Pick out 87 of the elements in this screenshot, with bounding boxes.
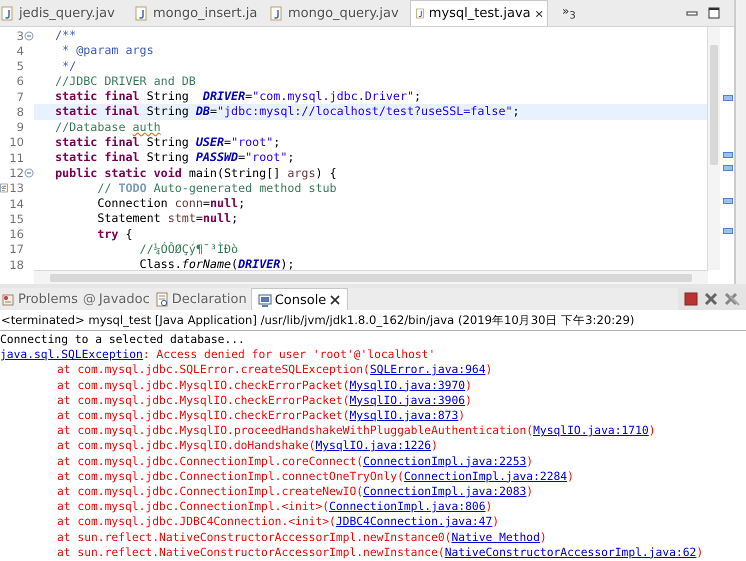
- at-icon: @: [82, 292, 96, 306]
- source-link[interactable]: MysqlIO.java:1710: [533, 424, 649, 438]
- fold-icon[interactable]: [24, 30, 34, 41]
- view-tab[interactable]: @ Javadoc: [82, 288, 154, 310]
- code-line: /**: [54, 28, 76, 44]
- close-icon: [329, 294, 342, 306]
- line-number: 11: [8, 150, 24, 165]
- line-number: 7: [16, 90, 24, 104]
- source-link[interactable]: ConnectionImpl.java:806: [329, 500, 486, 514]
- code-line: */: [61, 58, 76, 74]
- console-line: at com.mysql.jdbc.MysqlIO.checkErrorPacket(MysqlIO.java:3906): [57, 392, 472, 408]
- file-icon: [269, 6, 283, 20]
- view-tab[interactable]: Problems: [0, 288, 82, 310]
- console-line: at com.mysql.jdbc.ConnectionImpl.createNewIO(ConnectionImpl.java:2083): [57, 484, 534, 500]
- console-line: at com.mysql.jdbc.ConnectionImpl.coreConnect(ConnectionImpl.java:2253): [57, 454, 534, 469]
- monitor-icon: [258, 292, 272, 308]
- source-link[interactable]: ConnectionImpl.java:2253: [363, 454, 526, 468]
- editor-tab[interactable]: mongo_query.jav: [265, 0, 410, 26]
- document-icon: [154, 292, 169, 306]
- code-line: static final String DB="jdbc:mysql://localhost/test?useSSL=false";: [54, 104, 520, 120]
- editor-tab[interactable]: mysql_test.java: [410, 0, 548, 26]
- console-line: at com.mysql.jdbc.JDBC4Connection.<init>(JDBC4Connection.java:47): [57, 514, 500, 530]
- line-number: 6: [16, 74, 24, 88]
- vertical-scrollbar[interactable]: [707, 27, 720, 270]
- file-icon: [0, 6, 14, 20]
- code-line: public static void main(String[] args) {: [54, 166, 337, 181]
- fold-icon[interactable]: [24, 168, 34, 178]
- code-line: static final String DRIVER="com.mysql.jdbc.Driver";: [54, 89, 422, 104]
- console-line: at sun.reflect.NativeConstructorAccessorImpl.newInstance0(Native Method): [57, 530, 547, 545]
- code-line: //Database auth: [54, 120, 161, 135]
- editor-tab[interactable]: mongo_insert.ja: [130, 0, 265, 26]
- line-number: 17: [8, 242, 24, 256]
- console-line: Connecting to a selected database...: [0, 332, 245, 348]
- source-link[interactable]: ConnectionImpl.java:2284: [404, 470, 568, 483]
- console-line: at sun.reflect.NativeConstructorAccessorImpl.newInstance(NativeConstructorAccessorImpl.java:62): [57, 544, 704, 560]
- console-line: at com.mysql.jdbc.MysqlIO.proceedHandshakeWithPluggableAuthentication(MysqlIO.java:1710): [57, 423, 656, 438]
- code-line: // TODO Auto-generated method stub: [96, 180, 337, 196]
- code-line: Connection conn=null;: [96, 196, 246, 212]
- view-tab[interactable]: Console: [250, 288, 348, 311]
- code-line: static final String PASSWD="root";: [54, 150, 294, 166]
- line-number: 16: [8, 227, 24, 242]
- code-line: Statement stmt=null;: [96, 211, 238, 226]
- code-line: //¼ÓÔØÇý¶¯³ÌÐò: [138, 242, 238, 257]
- code-line: * @param args: [61, 43, 154, 58]
- code-line: try {: [96, 226, 133, 242]
- line-number: 14: [8, 196, 24, 211]
- console-line: at com.mysql.jdbc.ConnectionImpl.<init>(ConnectionImpl.java:806): [57, 499, 492, 514]
- line-number: 9: [16, 120, 24, 134]
- source-link[interactable]: MysqlIO.java:3970: [349, 378, 466, 392]
- source-link[interactable]: MysqlIO.java:1226: [315, 439, 432, 452]
- line-number: 4: [16, 44, 24, 58]
- console-line: at com.mysql.jdbc.ConnectionImpl.connectOneTryOnly(ConnectionImpl.java:2284): [57, 468, 574, 484]
- source-link[interactable]: MysqlIO.java:3906: [349, 394, 466, 407]
- source-link[interactable]: ConnectionImpl.java:2083: [363, 485, 526, 498]
- remove-icon[interactable]: [704, 292, 718, 306]
- source-link[interactable]: Native Method: [451, 530, 540, 544]
- console-line: at com.mysql.jdbc.MysqlIO.checkErrorPacket(MysqlIO.java:3970): [57, 378, 472, 393]
- code-line: //JDBC DRIVER and DB: [54, 74, 196, 89]
- source-link[interactable]: NativeConstructorAccessorImpl.java:62: [444, 546, 696, 559]
- console-header: <terminated> mysql_test [Java Application] /usr/lib/jvm/jdk1.8.0_162/bin/java (2019年10月30日 下午3:20:29): [0, 310, 746, 331]
- stop-icon[interactable]: [684, 292, 698, 306]
- code-line: Class.forName(DRIVER);: [138, 257, 294, 270]
- line-number: 15: [8, 212, 24, 226]
- overflow-tabs-button[interactable]: »$_{3}$: [562, 4, 576, 22]
- line-number: 8: [16, 104, 24, 119]
- remove-all-icon[interactable]: [724, 292, 740, 306]
- line-number: 13: [8, 181, 24, 196]
- file-icon: [415, 6, 425, 21]
- source-link[interactable]: SQLError.java:964: [370, 363, 486, 376]
- console-line: at com.mysql.jdbc.MysqlIO.checkErrorPacket(MysqlIO.java:873): [57, 408, 466, 424]
- editor-tab[interactable]: jedis_query.jav: [0, 0, 130, 26]
- maximize-icon: [708, 7, 720, 19]
- line-number: 10: [8, 135, 24, 150]
- console-line: at com.mysql.jdbc.SQLError.createSQLException(SQLError.java:964): [57, 362, 492, 378]
- line-number: 5: [16, 59, 24, 74]
- file-icon: [134, 6, 148, 20]
- line-number: 3: [16, 28, 24, 43]
- source-link[interactable]: MysqlIO.java:873: [349, 409, 458, 422]
- code-line: static final String USER="root";: [54, 134, 280, 150]
- line-number: 18: [8, 258, 24, 270]
- horizontal-scrollbar[interactable]: [34, 270, 708, 284]
- console-line: at com.mysql.jdbc.MysqlIO.doHandshake(MysqlIO.java:1226): [57, 438, 438, 454]
- source-link[interactable]: java.sql.SQLException: [0, 348, 143, 362]
- view-tab[interactable]: Declaration: [154, 288, 251, 310]
- console-line: java.sql.SQLException: Access denied for user 'root'@'localhost': [0, 347, 436, 362]
- line-number: 12: [8, 166, 24, 180]
- source-link[interactable]: JDBC4Connection.java:47: [336, 515, 492, 528]
